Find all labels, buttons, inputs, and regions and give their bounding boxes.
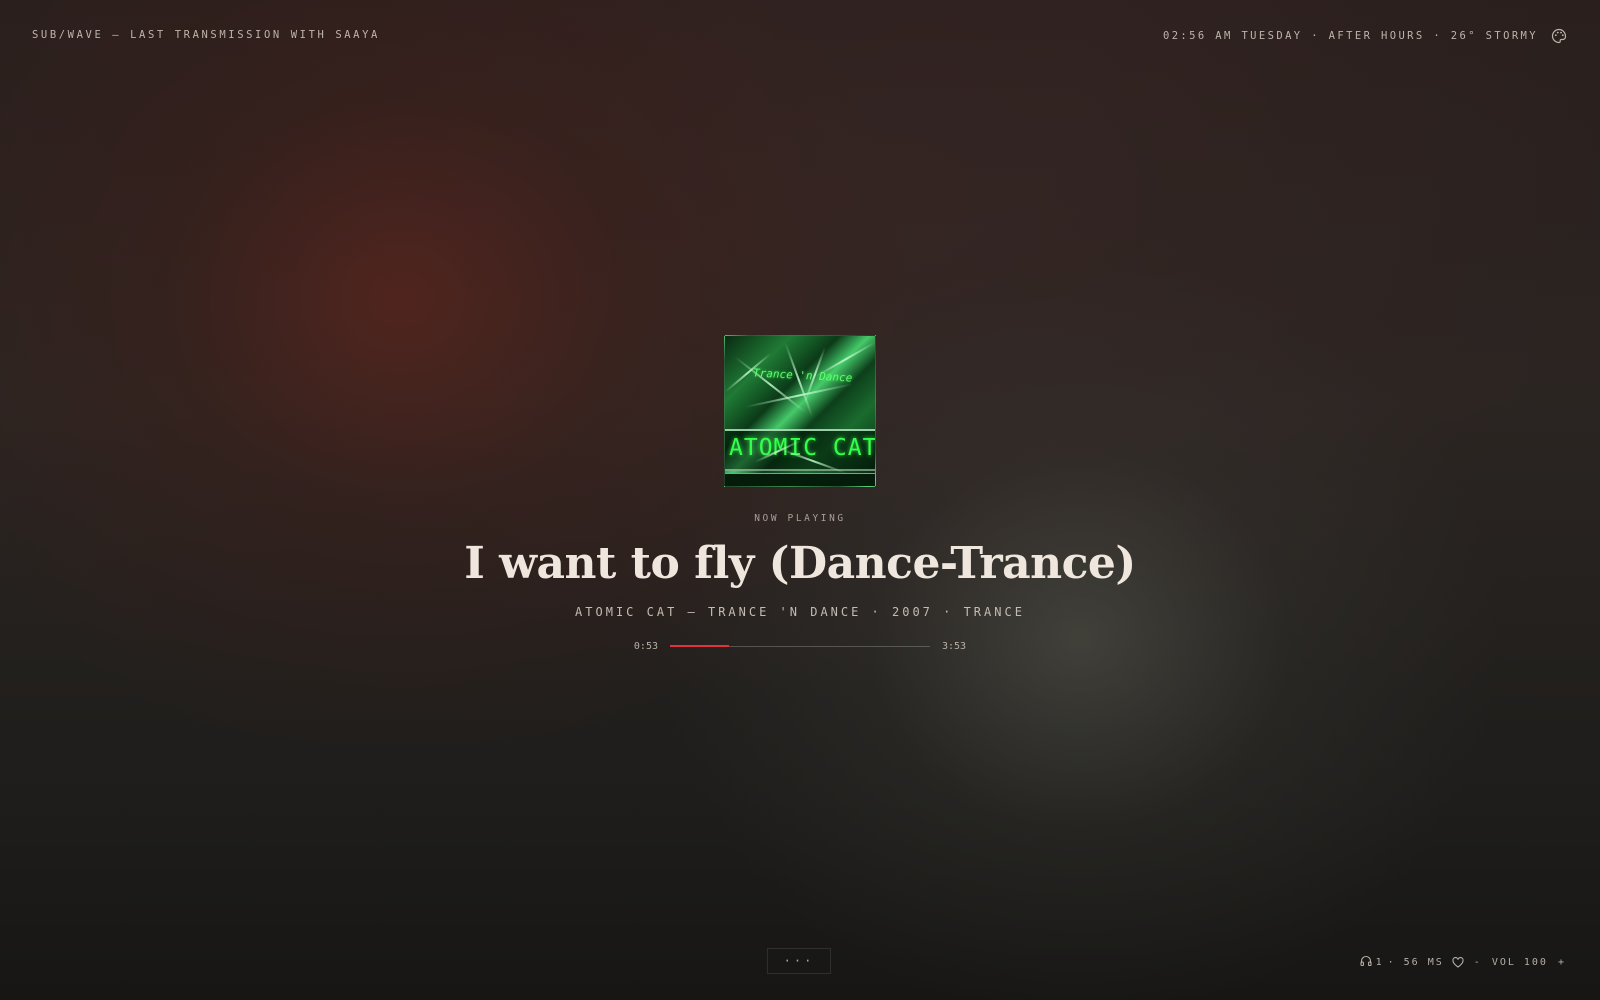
status-bar: 02:56 AM TUESDAY · AFTER HOURS · 26° STO… [1163,27,1568,45]
volume-up-button[interactable]: + [1556,957,1568,968]
listeners-group: 1 · 56 MS [1360,955,1444,970]
progress-bar[interactable] [670,645,930,647]
progress-fill [670,645,730,647]
heart-icon[interactable] [1452,957,1464,968]
more-button[interactable]: ··· [767,948,831,974]
now-playing-label: NOW PLAYING [754,513,846,524]
duration-time: 3:53 [942,641,967,652]
volume-down-button[interactable]: - [1472,957,1484,968]
track-meta: ATOMIC CAT — TRANCE 'N DANCE · 2007 · TR… [575,605,1025,619]
elapsed-time: 0:53 [633,641,658,652]
track-title: I want to fly (Dance-Trance) [464,538,1136,589]
progress-row: 0:53 3:53 [634,641,966,652]
footer-controls: 1 · 56 MS - VOL 100 + [1360,955,1568,970]
status-text: 02:56 AM TUESDAY · AFTER HOURS · 26° STO… [1162,30,1538,42]
volume-label: VOL 100 [1491,957,1548,968]
now-playing-panel: Trance 'n Dance ATOMIC CAT NOW PLAYING I… [0,335,1600,652]
station-title: SUB/WAVE — LAST TRANSMISSION WITH SAAYA [32,29,380,41]
cover-bottom-bar [725,473,875,486]
latency-text: · 56 MS [1387,957,1444,968]
headphones-icon [1360,955,1372,970]
palette-icon[interactable] [1550,27,1568,45]
album-cover[interactable]: Trance 'n Dance ATOMIC CAT [724,335,876,487]
listener-count: 1 [1375,957,1384,968]
